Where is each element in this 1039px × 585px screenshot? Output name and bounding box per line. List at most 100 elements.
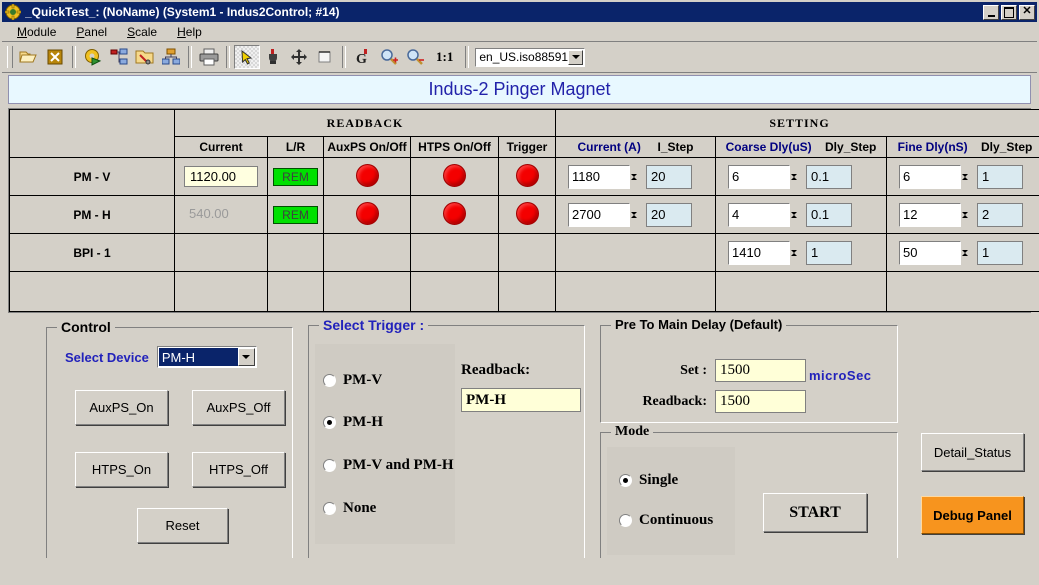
reset-button[interactable]: Reset	[137, 508, 228, 543]
radio-icon[interactable]	[619, 514, 632, 527]
zoom-in-icon[interactable]	[376, 45, 402, 69]
menu-item-module[interactable]: Module	[8, 24, 65, 40]
zoom-out-icon[interactable]	[402, 45, 428, 69]
table-row	[9, 271, 1039, 312]
spinner-fine-delay[interactable]: 50	[899, 238, 969, 267]
cell-setting-coarse	[715, 271, 888, 312]
spinner-current-value[interactable]: 1180	[568, 164, 631, 189]
spinner-fine-delay-value[interactable]: 6	[899, 164, 962, 189]
cell-setting-fine: 6 1	[886, 157, 1039, 196]
col-readback-trigger: Trigger	[497, 136, 557, 158]
select-device-combo[interactable]: PM-H	[156, 346, 257, 368]
menu-item-help[interactable]: Help	[168, 24, 211, 40]
probe-icon[interactable]	[260, 45, 286, 69]
pointer-icon[interactable]	[234, 45, 260, 69]
lr-indicator[interactable]: REM	[273, 167, 318, 186]
spinner-fine-down[interactable]	[962, 211, 969, 229]
spinner-current[interactable]: 1180	[568, 162, 638, 191]
cell-setting-current: 1180 20	[555, 157, 717, 196]
spinner-coarse-down[interactable]	[791, 173, 798, 191]
trigger-option-pm-h[interactable]: PM-H	[323, 414, 383, 431]
i-step-value[interactable]: 20	[646, 164, 693, 189]
auxps-off-button[interactable]: AuxPS_Off	[192, 390, 285, 425]
menu-item-module-label: odule	[27, 24, 57, 39]
fine-step-value[interactable]: 2	[977, 202, 1024, 227]
coarse-step-value[interactable]: 0.1	[806, 164, 853, 189]
fine-step-value[interactable]: 1	[977, 240, 1024, 265]
mode-group-legend: Mode	[611, 424, 654, 440]
move-icon[interactable]	[286, 45, 312, 69]
close-button[interactable]: ✕	[1019, 4, 1035, 20]
spinner-fine-down[interactable]	[962, 249, 969, 267]
spinner-coarse-delay-value[interactable]: 6	[728, 164, 791, 189]
trigger-option-none[interactable]: None	[323, 500, 376, 517]
delay-readback-field: 1500	[715, 390, 806, 413]
locale-combo[interactable]: en_US.iso88591	[475, 47, 586, 67]
run-settings-icon[interactable]	[80, 45, 106, 69]
spinner-current[interactable]: 2700	[568, 200, 638, 229]
select-region-icon[interactable]	[312, 45, 338, 69]
radio-icon[interactable]	[619, 474, 632, 487]
toolbar-grip[interactable]	[7, 46, 13, 68]
spinner-coarse-down[interactable]	[791, 249, 798, 267]
minimize-button[interactable]	[983, 4, 999, 20]
chevron-down-icon[interactable]	[237, 348, 255, 366]
start-button[interactable]: START	[763, 493, 867, 532]
spinner-coarse-delay[interactable]: 6	[728, 162, 798, 191]
mode-radio-backdrop	[607, 447, 735, 555]
folder-tools-icon[interactable]	[132, 45, 158, 69]
spinner-fine-delay[interactable]: 12	[899, 200, 969, 229]
fine-step-value[interactable]: 1	[977, 164, 1024, 189]
htps-on-button[interactable]: HTPS_On	[75, 452, 168, 487]
coarse-step-value[interactable]: 0.1	[806, 202, 853, 227]
debug-panel-button[interactable]: Debug Panel	[921, 496, 1024, 534]
spinner-fine-delay-value[interactable]: 50	[899, 240, 962, 265]
page-title-bar: Indus-2 Pinger Magnet	[8, 75, 1031, 104]
spinner-coarse-down[interactable]	[791, 211, 798, 229]
spinner-fine-down[interactable]	[962, 173, 969, 191]
spinner-coarse-delay-value[interactable]: 4	[728, 202, 791, 227]
lr-indicator[interactable]: REM	[273, 205, 318, 224]
close-document-icon[interactable]	[42, 45, 68, 69]
cell-readback-trigger	[497, 271, 557, 312]
i-step-value[interactable]: 20	[646, 202, 693, 227]
auxps-on-button[interactable]: AuxPS_On	[75, 390, 168, 425]
spinner-current-down[interactable]	[631, 211, 638, 229]
spinner-fine-delay[interactable]: 6	[899, 162, 969, 191]
hierarchy-icon[interactable]	[158, 45, 184, 69]
chevron-down-icon[interactable]	[568, 49, 584, 65]
spinner-coarse-delay[interactable]: 1410	[728, 238, 798, 267]
spinner-current-down[interactable]	[631, 173, 638, 191]
mode-option-single[interactable]: Single	[619, 472, 678, 489]
print-icon[interactable]	[196, 45, 222, 69]
maximize-button[interactable]	[1001, 4, 1017, 20]
cell-readback-trigger	[497, 195, 557, 234]
menu-item-scale[interactable]: Scale	[118, 24, 166, 40]
radio-icon[interactable]	[323, 502, 336, 515]
network-node-icon[interactable]	[106, 45, 132, 69]
title-bar: _QuickTest_: (NoName) (System1 - Indus2C…	[2, 2, 1037, 22]
menu-item-panel[interactable]: Panel	[67, 24, 116, 40]
detail-status-button[interactable]: Detail_Status	[921, 433, 1024, 471]
delay-set-field[interactable]: 1500	[715, 359, 806, 382]
trigger-option-pm-v-and-pm-h[interactable]: PM-V and PM-H	[323, 457, 454, 474]
trigger-option-pm-v[interactable]: PM-V	[323, 372, 382, 389]
radio-icon[interactable]	[323, 374, 336, 387]
spinner-coarse-delay-value[interactable]: 1410	[728, 240, 791, 265]
radio-icon[interactable]	[323, 459, 336, 472]
coarse-step-value[interactable]: 1	[806, 240, 853, 265]
led-htps	[443, 201, 466, 225]
radio-icon[interactable]	[323, 416, 336, 429]
mode-option-continuous[interactable]: Continuous	[619, 512, 713, 529]
col-setting-fine-step: Dly_Step	[981, 140, 1033, 154]
spinner-fine-delay-value[interactable]: 12	[899, 202, 962, 227]
open-folder-icon[interactable]	[16, 45, 42, 69]
trigger-option-pm-h-label: PM-H	[343, 414, 383, 430]
readback-current-value: 1120.00	[184, 166, 258, 187]
spinner-coarse-delay[interactable]: 4	[728, 200, 798, 229]
spinner-current-value[interactable]: 2700	[568, 202, 631, 227]
delay-readback-label: Readback:	[642, 393, 707, 409]
grab-icon[interactable]: G	[350, 45, 376, 69]
htps-off-button[interactable]: HTPS_Off	[192, 452, 285, 487]
col-readback-htps: HTPS On/Off	[410, 136, 499, 158]
